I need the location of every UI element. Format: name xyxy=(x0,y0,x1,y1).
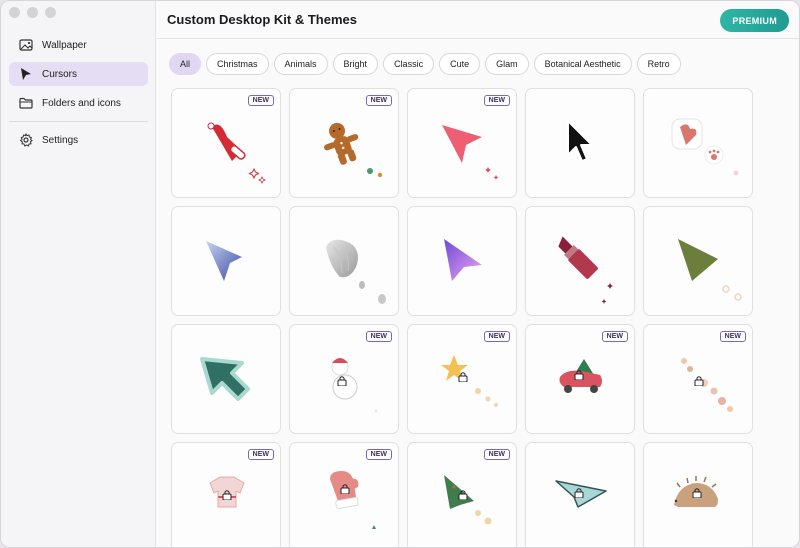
filter-chips: All Christmas Animals Bright Classic Cut… xyxy=(169,53,681,75)
lock-icon xyxy=(340,484,350,494)
filter-chip-bright[interactable]: Bright xyxy=(332,53,379,75)
gear-icon xyxy=(19,133,33,147)
zoom-window-button[interactable] xyxy=(45,7,56,18)
purple-gradient-icon xyxy=(444,239,482,281)
cursor-icon xyxy=(19,67,33,81)
cursor-card-lipstick[interactable] xyxy=(525,206,635,316)
blue-glass-icon xyxy=(206,241,242,281)
christmas-car-icon xyxy=(559,359,602,393)
filter-chip-animals[interactable]: Animals xyxy=(273,53,328,75)
page-title: Custom Desktop Kit & Themes xyxy=(167,12,357,27)
filter-chip-classic[interactable]: Classic xyxy=(383,53,435,75)
app-window: Wallpaper Cursors Folders and icons Sett xyxy=(0,0,800,548)
cursor-card-silver-shell[interactable] xyxy=(289,206,399,316)
lipstick-icon xyxy=(558,236,613,304)
gingerbread-icon xyxy=(324,122,383,178)
filter-chip-botanical-aesthetic[interactable]: Botanical Aesthetic xyxy=(533,53,632,75)
cursor-card-christmas-sweater[interactable]: NEW xyxy=(171,442,281,547)
pink-arrow-icon xyxy=(442,125,499,180)
header: Custom Desktop Kit & Themes PREMIUM xyxy=(157,1,799,39)
cursor-card-snowman[interactable]: NEW xyxy=(289,324,399,434)
sidebar-item-label: Folders and icons xyxy=(42,97,121,109)
teal-arrow-icon xyxy=(200,357,250,401)
olive-triangle-icon xyxy=(678,239,742,301)
lock-icon xyxy=(694,376,704,386)
mitten-icon xyxy=(330,471,376,529)
sidebar-item-label: Wallpaper xyxy=(42,39,87,51)
lock-icon xyxy=(458,490,468,500)
lock-icon xyxy=(574,488,584,498)
folder-icon xyxy=(19,96,33,110)
sidebar-nav: Wallpaper Cursors Folders and icons Sett xyxy=(9,33,148,157)
lock-icon xyxy=(337,376,347,386)
cursor-card-santa-hat[interactable]: NEW xyxy=(171,88,281,198)
sidebar-item-settings[interactable]: Settings xyxy=(9,128,148,152)
filter-chip-glam[interactable]: Glam xyxy=(485,53,529,75)
lock-icon xyxy=(692,488,702,498)
cursor-card-mitten[interactable]: NEW xyxy=(289,442,399,547)
cursor-grid: NEW NEW NEW NEW NEW NEW NEW NEW NEW NEW xyxy=(171,88,753,547)
cursor-card-purple-gradient[interactable] xyxy=(407,206,517,316)
filter-chip-cute[interactable]: Cute xyxy=(439,53,481,75)
sidebar-item-cursors[interactable]: Cursors xyxy=(9,62,148,86)
cursor-card-paper-plane[interactable] xyxy=(525,442,635,547)
cursor-card-star-wand[interactable]: NEW xyxy=(407,324,517,434)
minimize-window-button[interactable] xyxy=(27,7,38,18)
black-pointer-icon xyxy=(567,120,593,162)
sidebar-divider xyxy=(9,121,148,122)
cursor-card-gingerbread[interactable]: NEW xyxy=(289,88,399,198)
cursor-card-heart-paw[interactable] xyxy=(643,88,753,198)
main-content: Custom Desktop Kit & Themes PREMIUM All … xyxy=(157,1,799,547)
cursor-card-teal-arrow[interactable] xyxy=(171,324,281,434)
santa-hat-icon xyxy=(207,122,266,184)
sidebar: Wallpaper Cursors Folders and icons Sett xyxy=(1,1,156,547)
close-window-button[interactable] xyxy=(9,7,20,18)
filter-chip-all[interactable]: All xyxy=(169,53,202,75)
wallpaper-icon xyxy=(19,38,33,52)
cursor-card-classic-black[interactable] xyxy=(525,88,635,198)
cursor-card-christmas-tree[interactable]: NEW xyxy=(407,442,517,547)
sidebar-item-label: Cursors xyxy=(42,68,78,80)
cursor-card-blue-glass[interactable] xyxy=(171,206,281,316)
cursor-card-pink-arrow[interactable]: NEW xyxy=(407,88,517,198)
silver-shell-icon xyxy=(326,239,386,304)
sidebar-item-label: Settings xyxy=(42,134,79,146)
heart-paw-icon xyxy=(671,118,739,176)
lock-icon xyxy=(458,372,468,382)
sidebar-item-wallpaper[interactable]: Wallpaper xyxy=(9,33,148,57)
cursor-card-christmas-car[interactable]: NEW xyxy=(525,324,635,434)
cursor-card-candy[interactable]: NEW xyxy=(643,324,753,434)
cursor-card-olive-triangle[interactable] xyxy=(643,206,753,316)
lock-icon xyxy=(574,370,584,380)
window-controls xyxy=(9,7,56,18)
sidebar-item-folders[interactable]: Folders and icons xyxy=(9,91,148,115)
filter-chip-christmas[interactable]: Christmas xyxy=(206,53,269,75)
filter-chip-retro[interactable]: Retro xyxy=(636,53,681,75)
cursor-card-hedgehog[interactable] xyxy=(643,442,753,547)
lock-icon xyxy=(222,490,232,500)
premium-button[interactable]: PREMIUM xyxy=(720,9,789,32)
